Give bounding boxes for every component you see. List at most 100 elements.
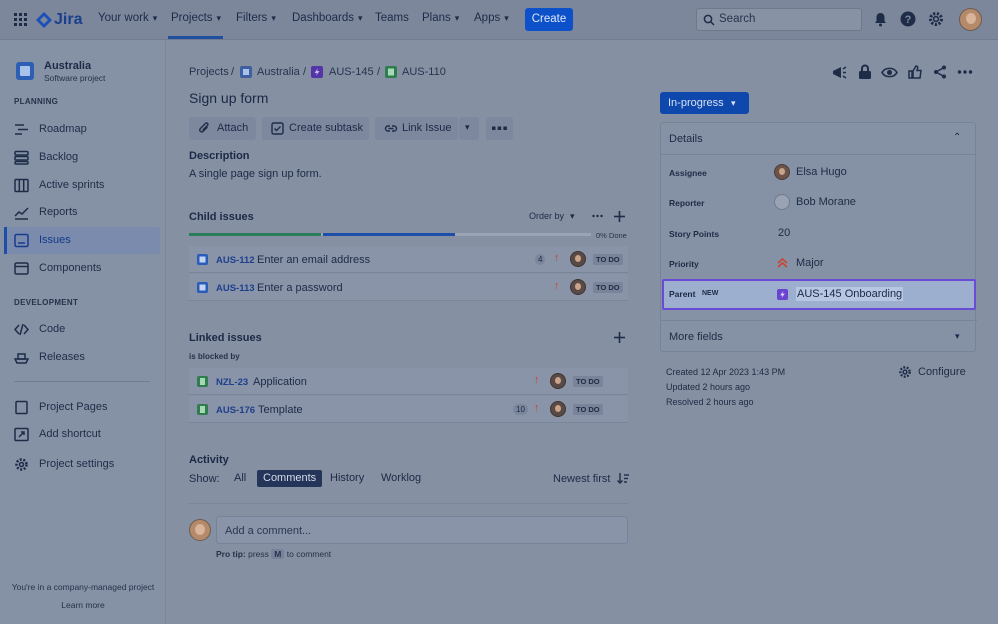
story-icon — [197, 376, 208, 387]
link-issue-button[interactable]: Link Issue — [375, 117, 458, 140]
breadcrumb-aus-145[interactable]: AUS-145 — [329, 66, 374, 78]
nav-apps[interactable]: Apps▾ — [474, 12, 509, 24]
keyboard-shortcut-key: M — [271, 549, 284, 559]
sidebar-item-label: Issues — [39, 234, 71, 246]
child-issue-row[interactable]: AUS-112 Enter an email address 4 ↑ TO DO — [189, 246, 628, 273]
nav-filters[interactable]: Filters▾ — [236, 12, 276, 24]
issue-summary[interactable]: Application — [253, 376, 307, 388]
linked-issue-row[interactable]: AUS-176 Template 10 ↑ TO DO — [189, 396, 628, 423]
settings-icon[interactable] — [928, 11, 944, 27]
sidebar-item-backlog[interactable]: Backlog — [14, 144, 160, 171]
sidebar-item-roadmap[interactable]: Roadmap — [14, 116, 160, 143]
nav-teams[interactable]: Teams — [375, 12, 409, 24]
more-apps-button[interactable] — [486, 117, 513, 140]
tab-worklog[interactable]: Worklog — [375, 470, 427, 487]
like-icon[interactable] — [908, 65, 922, 79]
priority-value[interactable]: Major — [796, 257, 824, 269]
more-icon[interactable] — [592, 214, 603, 218]
assignee-value[interactable]: Elsa Hugo — [796, 166, 847, 178]
sort-order-button[interactable]: Newest first — [553, 473, 629, 485]
status-badge[interactable]: TO DO — [573, 404, 603, 415]
child-issue-row[interactable]: AUS-113 Enter a password ↑ TO DO — [189, 274, 628, 301]
create-button[interactable]: Create — [525, 8, 573, 31]
sidebar-item-components[interactable]: Components — [14, 255, 160, 282]
tab-history[interactable]: History — [324, 470, 370, 487]
active-nav-indicator — [168, 36, 223, 39]
reporter-value[interactable]: Bob Morane — [796, 196, 856, 208]
new-badge: NEW — [702, 290, 718, 297]
progress-in-progress-segment — [323, 233, 455, 236]
sidebar-item-reports[interactable]: Reports — [14, 199, 160, 226]
sidebar-item-code[interactable]: Code — [14, 316, 160, 343]
sidebar-item-project-pages[interactable]: Project Pages — [14, 394, 160, 421]
parent-value[interactable]: AUS-145 Onboarding — [796, 287, 903, 301]
issue-key[interactable]: AUS-112 — [216, 255, 255, 266]
sidebar-item-label: Backlog — [39, 151, 78, 163]
status-dropdown[interactable]: In-progress ▾ — [660, 92, 749, 114]
sidebar-item-add-shortcut[interactable]: Add shortcut — [14, 421, 160, 448]
nav-dashboards[interactable]: Dashboards▾ — [292, 12, 363, 24]
sidebar-item-releases[interactable]: Releases — [14, 344, 160, 371]
app-switcher-icon[interactable] — [14, 13, 27, 26]
chevron-down-icon: ▾ — [955, 331, 960, 342]
issue-summary[interactable]: Enter a password — [257, 282, 343, 294]
feedback-icon[interactable] — [832, 65, 847, 80]
project-avatar[interactable] — [16, 62, 34, 80]
nav-your-work[interactable]: Your work▾ — [98, 12, 157, 24]
nav-teams-label: Teams — [375, 12, 409, 24]
issue-key[interactable]: AUS-113 — [216, 283, 255, 294]
assignee-avatar[interactable] — [550, 373, 566, 389]
notifications-icon[interactable] — [873, 12, 888, 27]
assignee-avatar[interactable] — [550, 401, 566, 417]
learn-more-link[interactable]: Learn more — [0, 600, 166, 610]
description-text[interactable]: A single page sign up form. — [189, 168, 322, 180]
breadcrumb-projects[interactable]: Projects — [189, 66, 229, 78]
nav-plans[interactable]: Plans▾ — [422, 12, 459, 24]
breadcrumb-australia[interactable]: Australia — [257, 66, 300, 78]
details-header[interactable]: Details ⌃ — [661, 123, 975, 155]
issue-summary[interactable]: Template — [258, 404, 303, 416]
share-icon[interactable] — [933, 65, 947, 79]
assignee-avatar[interactable] — [570, 251, 586, 267]
issue-summary[interactable]: Enter an email address — [257, 254, 370, 266]
project-name[interactable]: Australia — [44, 60, 91, 72]
status-badge[interactable]: TO DO — [573, 376, 603, 387]
sidebar-item-project-settings[interactable]: Project settings — [14, 451, 160, 478]
linked-issue-row[interactable]: NZL-23 Application ↑ TO DO — [189, 368, 628, 395]
reports-icon — [14, 205, 29, 220]
issue-key[interactable]: NZL-23 — [216, 377, 248, 388]
comment-input[interactable]: Add a comment... — [216, 516, 628, 544]
issue-title[interactable]: Sign up form — [189, 90, 268, 106]
chevron-up-icon: ⌃ — [953, 132, 961, 143]
breadcrumb-aus-110[interactable]: AUS-110 — [402, 66, 446, 78]
status-badge[interactable]: TO DO — [593, 254, 623, 265]
assignee-avatar[interactable] — [570, 279, 586, 295]
updated-timestamp: Updated 2 hours ago — [666, 382, 750, 392]
parent-field[interactable]: Parent NEW AUS-145 Onboarding — [662, 279, 976, 310]
story-points-value[interactable]: 20 — [778, 227, 790, 239]
watch-icon[interactable] — [881, 66, 898, 79]
create-subtask-button[interactable]: Create subtask — [262, 117, 369, 140]
add-child-icon[interactable] — [614, 211, 625, 222]
help-icon[interactable]: ? — [900, 11, 916, 27]
child-progress-bar — [189, 233, 591, 236]
lock-icon[interactable] — [858, 64, 872, 80]
sidebar-item-issues[interactable]: Issues — [4, 227, 160, 254]
add-link-icon[interactable] — [614, 332, 625, 343]
activity-divider — [189, 503, 628, 504]
profile-avatar[interactable] — [959, 8, 982, 31]
sidebar-item-active-sprints[interactable]: Active sprints — [14, 172, 160, 199]
search-input[interactable]: Search — [696, 8, 862, 31]
tab-all[interactable]: All — [228, 470, 252, 487]
order-by-button[interactable]: Order by▾ — [529, 211, 575, 222]
sidebar-item-label: Add shortcut — [39, 428, 101, 440]
nav-projects[interactable]: Projects▾ — [171, 12, 221, 24]
attach-button[interactable]: Attach — [189, 117, 256, 140]
issue-key[interactable]: AUS-176 — [216, 405, 255, 416]
link-issue-dropdown[interactable]: ▾ — [459, 117, 479, 140]
project-sidebar: Australia Software project PLANNING Road… — [0, 40, 166, 624]
status-badge[interactable]: TO DO — [593, 282, 623, 293]
more-actions-icon[interactable] — [957, 69, 973, 75]
tab-comments[interactable]: Comments — [257, 470, 322, 487]
more-fields-toggle[interactable]: More fields ▾ — [661, 320, 977, 354]
